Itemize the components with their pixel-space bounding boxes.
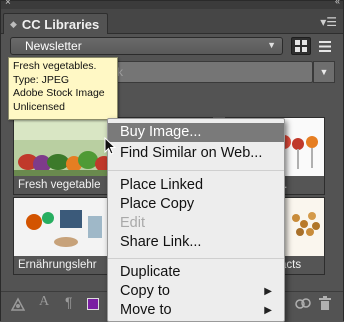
tooltip-line: Unlicensed bbox=[13, 100, 65, 113]
asset-tile-label: Fresh vegetable bbox=[14, 176, 112, 194]
creative-cloud-icon[interactable] bbox=[295, 296, 311, 313]
tooltip-line: Fresh vegetables. bbox=[13, 60, 97, 72]
menu-item-share-link[interactable]: Share Link... bbox=[108, 233, 284, 252]
tab-cc-libraries[interactable]: ◆ CC Libraries bbox=[3, 13, 109, 34]
chevron-down-icon: ▼ bbox=[267, 40, 276, 50]
menu-item-copy-to[interactable]: Copy to ▶ bbox=[108, 282, 284, 301]
panel-title: CC Libraries bbox=[21, 16, 100, 32]
panel-tab-row: ◆ CC Libraries ▾☰ bbox=[1, 9, 343, 34]
grid-view-button[interactable] bbox=[291, 37, 311, 55]
mouse-cursor-icon bbox=[104, 137, 116, 155]
tooltip-line: Type: JPEG bbox=[13, 73, 70, 86]
library-name: Newsletter bbox=[25, 39, 82, 53]
submenu-arrow-icon: ▶ bbox=[264, 286, 272, 297]
menu-item-move-to[interactable]: Move to ▶ bbox=[108, 301, 284, 320]
menu-separator bbox=[108, 258, 284, 259]
tooltip-line: Adobe Stock Image bbox=[13, 87, 105, 99]
menu-item-buy-image[interactable]: Buy Image... bbox=[108, 123, 284, 142]
asset-tile[interactable]: Ernährungslehr bbox=[13, 197, 113, 275]
paragraph-style-icon[interactable]: ¶ bbox=[65, 294, 73, 310]
grid-view-icon bbox=[295, 40, 307, 52]
menu-item-label: Move to bbox=[120, 302, 172, 318]
panel-menu-icon[interactable]: ▾☰ bbox=[320, 15, 337, 29]
color-swatch-icon[interactable] bbox=[87, 298, 99, 310]
collapse-panel-icon[interactable]: « bbox=[335, 0, 340, 6]
asset-tile-label: Ernährungslehr bbox=[14, 256, 112, 274]
cc-libraries-panel: × « ◆ CC Libraries ▾☰ Newsletter ▼ ck ▼ bbox=[0, 0, 344, 322]
search-dropdown-button[interactable]: ▼ bbox=[313, 61, 335, 83]
list-view-button[interactable] bbox=[315, 37, 335, 55]
asset-tile[interactable]: Fresh vegetable bbox=[13, 117, 113, 195]
library-dropdown[interactable]: Newsletter ▼ bbox=[10, 37, 283, 55]
menu-item-duplicate[interactable]: Duplicate bbox=[108, 263, 284, 282]
character-style-icon[interactable]: A bbox=[39, 294, 49, 310]
menu-item-label: Copy to bbox=[120, 283, 170, 299]
menu-separator bbox=[108, 170, 284, 171]
context-menu: Buy Image... Find Similar on Web... Plac… bbox=[107, 118, 285, 322]
vegetables-image bbox=[14, 118, 112, 178]
menu-item-find-similar[interactable]: Find Similar on Web... bbox=[108, 144, 284, 163]
menu-item-place-linked[interactable]: Place Linked bbox=[108, 176, 284, 195]
tab-grip-icon: ◆ bbox=[10, 18, 17, 29]
list-view-icon bbox=[319, 40, 331, 52]
menu-item-edit: Edit bbox=[120, 215, 145, 231]
submenu-arrow-icon: ▶ bbox=[264, 305, 272, 316]
chevron-down-icon: ▼ bbox=[319, 67, 329, 77]
graphic-asset-icon[interactable] bbox=[10, 297, 26, 314]
panel-title-bar[interactable]: × « bbox=[1, 0, 343, 9]
nutrition-image bbox=[14, 198, 112, 258]
close-panel-icon[interactable]: × bbox=[5, 0, 11, 8]
trash-icon[interactable] bbox=[319, 296, 331, 313]
menu-item-place-copy[interactable]: Place Copy bbox=[108, 195, 284, 214]
asset-tooltip: Fresh vegetables. Type: JPEG Adobe Stock… bbox=[8, 57, 118, 120]
